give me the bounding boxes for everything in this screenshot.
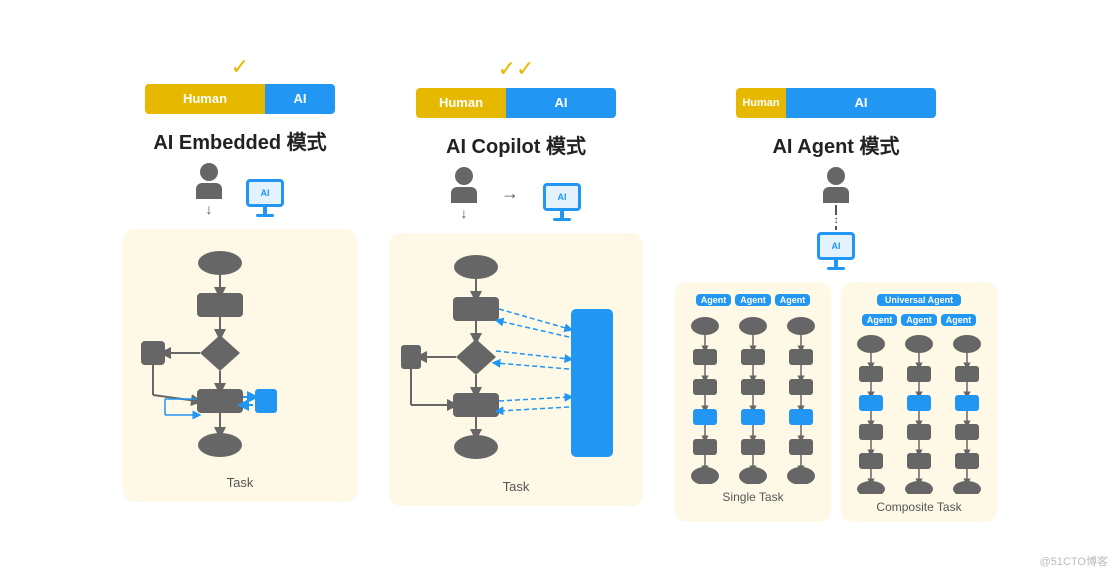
agent-tag-2: Agent [735,294,771,306]
copilot-person-icon: ↓ [451,167,477,221]
agent-ratio-bar: Human AI [736,88,936,118]
composite-agent-tag-2: Agent [901,314,937,326]
copilot-title: AI Copilot 模式 [446,130,586,159]
agent-tag-1: Agent [696,294,732,306]
agent-monitor-base [827,267,845,270]
agent-person-icon [823,167,849,203]
copilot-checkmark: ✓✓ [498,56,535,82]
monitor-base [256,214,274,217]
embedded-person-icon: ↓ [196,163,222,217]
copilot-person-head [455,167,473,185]
agent-monitor-stand [834,260,838,267]
copilot-ai-bar: AI [506,88,616,118]
person-body [196,183,222,199]
copilot-diagram-box: Task [389,233,643,506]
agent-connector-line2 [835,226,837,230]
embedded-monitor-icon: AI [246,179,284,217]
agent-tag-3: Agent [775,294,811,306]
agent-connect: ↕ [834,205,839,230]
embedded-human-bar: Human [145,84,265,114]
agent-bi-arrows: ↕ [834,215,839,226]
agent-connector-line [835,205,837,215]
copilot-column: ✓✓ Human AI AI Copilot 模式 ↓ → AI [389,56,643,506]
embedded-checkmark: ✓ [231,56,249,78]
single-task-flowchart [683,314,823,484]
embedded-title: AI Embedded 模式 [153,126,326,155]
single-task-box: Agent Agent Agent [675,282,831,522]
embedded-ai-bar: AI [265,84,335,114]
agent-person-body [823,187,849,203]
agent-title: AI Agent 模式 [772,130,899,159]
copilot-monitor-stand [560,211,564,218]
composite-task-box: Universal Agent Agent Agent Agent [841,282,997,522]
universal-agent-tag: Universal Agent [877,294,961,306]
copilot-icons-row: ↓ → AI [451,167,581,221]
single-tags-row: Agent Agent Agent [696,294,811,306]
copilot-arrow-right-icon: → [501,183,519,204]
person-head [200,163,218,181]
copilot-flowchart [401,249,631,469]
composite-tags-row: Agent Agent Agent [862,314,977,326]
monitor-stand [263,207,267,214]
copilot-monitor-base [553,218,571,221]
monitor-screen: AI [246,179,284,207]
embedded-flowchart [135,245,345,465]
copilot-human-bar: Human [416,88,506,118]
embedded-bar-wrap: ✓ Human AI [145,56,335,114]
agent-ai-bar: AI [786,88,936,118]
copilot-ratio-bar: Human AI [416,88,616,118]
agent-column: Human AI AI Agent 模式 ↕ AI [675,56,997,522]
embedded-diagram-label: Task [227,475,254,490]
copilot-down-arrow: ↓ [461,205,468,221]
copilot-diagram-label: Task [503,479,530,494]
agent-person-head [827,167,845,185]
embedded-diagram-box: Task [123,229,357,502]
main-container: ✓ Human AI AI Embedded 模式 ↓ AI [0,36,1120,542]
composite-agent-tag-3: Agent [941,314,977,326]
agent-monitor-icon: AI [817,232,855,270]
agent-monitor-screen: AI [817,232,855,260]
down-arrow-icon: ↓ [206,201,213,217]
copilot-monitor-screen: AI [543,183,581,211]
composite-agent-tag-1: Agent [862,314,898,326]
agent-human-bar: Human [736,88,786,118]
embedded-icons-row: ↓ AI [196,163,284,217]
embedded-column: ✓ Human AI AI Embedded 模式 ↓ AI [123,56,357,502]
agent-diagrams: Agent Agent Agent [675,282,997,522]
copilot-person-body [451,187,477,203]
single-task-label: Single Task [722,490,783,504]
copilot-bar-wrap: ✓✓ Human AI [416,56,616,118]
composite-task-label: Composite Task [876,500,961,514]
composite-task-flowchart [849,334,989,494]
copilot-monitor-icon: AI [543,183,581,221]
embedded-ratio-bar: Human AI [145,84,335,114]
agent-icons: ↕ AI [817,167,855,270]
agent-bar-wrap: Human AI [736,56,936,118]
watermark: @51CTO博客 [1040,553,1108,569]
